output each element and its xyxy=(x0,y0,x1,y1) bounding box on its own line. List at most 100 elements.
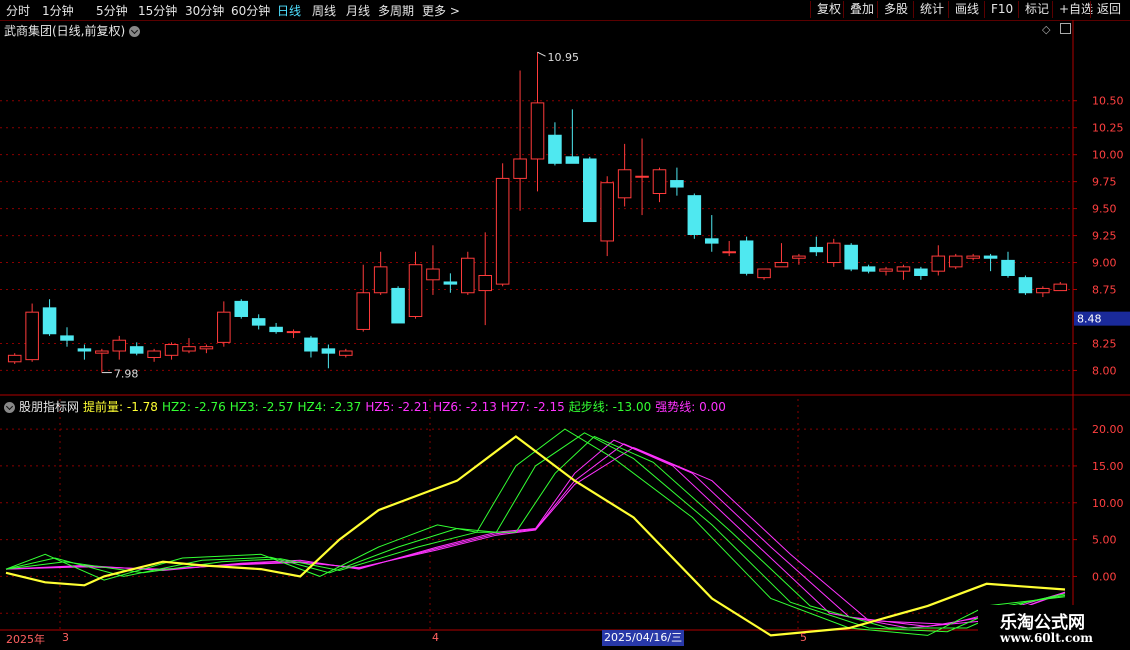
candle-body xyxy=(757,268,771,279)
candle-body xyxy=(147,350,161,358)
price-tick-label: 8.75 xyxy=(1092,284,1117,297)
candle-body xyxy=(670,180,684,188)
candle-body xyxy=(408,264,423,317)
candle-body xyxy=(182,346,196,352)
price-tick-label: 8.00 xyxy=(1092,364,1117,377)
candle-body xyxy=(95,350,109,354)
time-label-may: 5 xyxy=(800,631,807,644)
candle-body xyxy=(739,240,754,274)
indicator-legend-item: HZ3: -2.57 xyxy=(229,400,294,414)
indicator-series-line xyxy=(5,446,1066,625)
candle-body xyxy=(722,251,736,254)
candle-body xyxy=(234,300,249,317)
candle-body xyxy=(826,242,841,264)
candle-body xyxy=(966,255,980,259)
candle-body xyxy=(321,348,336,354)
cursor-date-label: 2025/04/16/三 xyxy=(602,630,685,646)
candle-body xyxy=(530,102,545,160)
candle-body xyxy=(251,318,266,326)
candle-body xyxy=(844,244,858,270)
candle-body xyxy=(914,268,928,276)
candle-body xyxy=(600,182,614,242)
indicator-legend-item: HZ5: -2.21 xyxy=(365,400,430,414)
candle-body xyxy=(286,331,301,334)
price-tick-label: 10.50 xyxy=(1092,95,1124,108)
stock-title[interactable]: 武商集团(日线,前复权) xyxy=(4,22,141,39)
price-tick-label: 9.25 xyxy=(1092,230,1117,243)
indicator-legend-item: HZ7: -2.15 xyxy=(500,400,565,414)
stock-title-text: 武商集团(日线,前复权) xyxy=(4,24,126,38)
indicator-series-line xyxy=(5,428,1066,636)
chart-canvas[interactable]: 10.95 7.98 10.50 10.25 10.00 9.75 9.50 9.25 9.0… xyxy=(0,0,1130,650)
candle-body xyxy=(948,255,963,268)
candle-body xyxy=(7,354,22,363)
candle-body xyxy=(861,266,876,272)
indicator-tick-label: 15.00 xyxy=(1092,460,1124,473)
candle-body xyxy=(583,158,597,223)
price-tick-label: 9.50 xyxy=(1092,203,1117,216)
indicator-chart xyxy=(5,428,1066,637)
watermark: 乐淘公式网 www.60lt.com xyxy=(978,605,1130,650)
candle-body xyxy=(426,268,440,281)
candle-body xyxy=(112,339,127,352)
candle-body xyxy=(478,274,492,292)
candle-body xyxy=(269,326,283,333)
candle-body xyxy=(879,268,893,272)
indicator-tick-label: 5.00 xyxy=(1092,534,1117,547)
candle-body xyxy=(931,255,946,272)
candle-body xyxy=(495,177,510,285)
indicator-tick-label: 10.00 xyxy=(1092,497,1124,510)
time-label-year: 2025年 xyxy=(6,633,45,646)
current-price-label: 8.48 xyxy=(1077,313,1102,326)
candle-body xyxy=(792,255,806,259)
window-toggle-icon[interactable] xyxy=(1060,23,1071,34)
indicator-series-line xyxy=(5,432,1066,633)
candle-body xyxy=(1001,259,1015,276)
indicator-chevron-icon[interactable] xyxy=(4,402,15,413)
price-tick-label: 9.75 xyxy=(1092,176,1117,189)
candle-body xyxy=(548,134,562,164)
candle-body xyxy=(1053,283,1068,292)
indicator-legend-item: 提前量: -1.78 xyxy=(83,400,158,414)
candle-body xyxy=(129,346,144,354)
candle-body xyxy=(774,262,789,268)
candle-body xyxy=(983,255,998,259)
indicator-series-line xyxy=(5,443,1066,628)
candle-body xyxy=(217,311,231,343)
candle-body xyxy=(373,266,388,294)
indicator-legend-item: 起步线: -13.00 xyxy=(568,400,652,414)
low-price-label: 7.98 xyxy=(114,368,139,381)
watermark-title: 乐淘公式网 xyxy=(1000,613,1085,633)
indicator-name[interactable]: 股朋指标网 xyxy=(19,400,79,414)
candle-body xyxy=(687,195,702,235)
indicator-legend-item: 强势线: 0.00 xyxy=(655,400,726,414)
watermark-url: www.60lt.com xyxy=(1000,631,1093,645)
time-label-april: 4 xyxy=(432,631,439,644)
chevron-down-icon[interactable] xyxy=(129,26,141,37)
candle-body xyxy=(356,292,371,330)
indicator-legend-item: HZ2: -2.76 xyxy=(161,400,226,414)
candle-body xyxy=(443,281,458,285)
time-axis: 2025年 3 4 2025/04/16/三 5 xyxy=(0,630,1130,650)
indicator-legend-item: HZ6: -2.13 xyxy=(433,400,497,414)
price-tick-label: 8.25 xyxy=(1092,337,1117,350)
candle-body xyxy=(25,311,39,361)
price-tick-label: 10.00 xyxy=(1092,149,1124,162)
diamond-icon[interactable]: ◇ xyxy=(1042,23,1050,36)
price-tick-label: 10.25 xyxy=(1092,122,1124,135)
candle-body xyxy=(635,175,649,178)
candle-body xyxy=(617,169,632,199)
indicator-legend-item: HZ4: -2.37 xyxy=(297,400,362,414)
indicator-series-line xyxy=(5,439,1066,629)
candle-body xyxy=(1036,287,1050,294)
indicator-tick-label: 0.00 xyxy=(1092,570,1117,583)
candle-body xyxy=(164,344,179,356)
time-label-march: 3 xyxy=(62,631,69,644)
indicator-tick-label: 20.00 xyxy=(1092,423,1124,436)
candle-body xyxy=(1018,277,1033,294)
candle-body xyxy=(809,246,824,253)
candle-body xyxy=(60,335,74,341)
high-marker-line xyxy=(537,51,546,57)
indicator-series-line xyxy=(5,435,1066,629)
candle-body xyxy=(42,307,57,335)
